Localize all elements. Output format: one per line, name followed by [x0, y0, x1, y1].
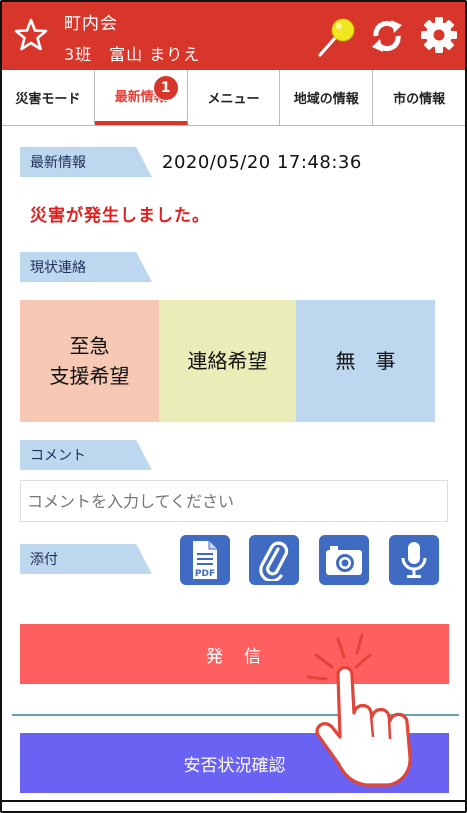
- tab-area-info[interactable]: 地域の情報: [280, 70, 374, 125]
- status-report-label: 現状連絡: [20, 252, 152, 282]
- attachment-label: 添付: [20, 544, 152, 574]
- bottom-border: [2, 800, 465, 802]
- gear-icon[interactable]: [420, 16, 458, 54]
- pdf-icon-text: PDF: [195, 569, 215, 579]
- disaster-alert-message: 災害が発生しました。: [30, 206, 210, 226]
- urgent-support-line2: 支援希望: [49, 364, 130, 388]
- tab-latest-info[interactable]: 最新情報 1: [94, 70, 188, 125]
- contact-request-button[interactable]: 連絡希望: [159, 300, 296, 422]
- comment-label: コメント: [20, 440, 152, 470]
- camera-icon: [326, 546, 362, 575]
- voice-attach-button[interactable]: [389, 535, 439, 585]
- latest-info-datetime: 2020/05/20 17:48:36: [162, 152, 362, 173]
- paperclip-icon: [259, 541, 289, 581]
- pin-icon[interactable]: [316, 16, 358, 58]
- microphone-icon: [401, 542, 427, 578]
- star-icon[interactable]: [14, 18, 48, 52]
- latest-info-label: 最新情報: [20, 147, 152, 177]
- urgent-support-line1: 至急: [69, 334, 110, 358]
- tab-city-info[interactable]: 市の情報: [373, 70, 465, 125]
- urgent-support-button[interactable]: 至急 支援希望: [20, 300, 159, 422]
- camera-attach-button[interactable]: [319, 535, 369, 585]
- user-group-name: 3班 富山 まりえ: [64, 45, 201, 64]
- safe-button[interactable]: 無 事: [296, 300, 435, 422]
- tab-disaster-mode[interactable]: 災害モード: [2, 70, 95, 125]
- sync-icon[interactable]: [368, 18, 406, 54]
- file-attach-button[interactable]: [249, 535, 299, 585]
- tab-menu[interactable]: メニュー: [188, 70, 281, 125]
- tab-bar: 災害モード 最新情報 1 メニュー 地域の情報 市の情報: [2, 70, 465, 126]
- app-header: 町内会 3班 富山 まりえ: [2, 2, 465, 70]
- notification-badge: 1: [152, 75, 179, 101]
- tap-hand-icon: [306, 633, 412, 787]
- pdf-icon: PDF: [193, 541, 217, 579]
- pdf-attach-button[interactable]: PDF: [180, 535, 230, 585]
- app-frame: 町内会 3班 富山 まりえ 災害モード 最新情報 1 メニュー 地域の情報 市の…: [0, 0, 467, 813]
- comment-input[interactable]: [20, 480, 448, 522]
- community-name: 町内会: [64, 14, 118, 34]
